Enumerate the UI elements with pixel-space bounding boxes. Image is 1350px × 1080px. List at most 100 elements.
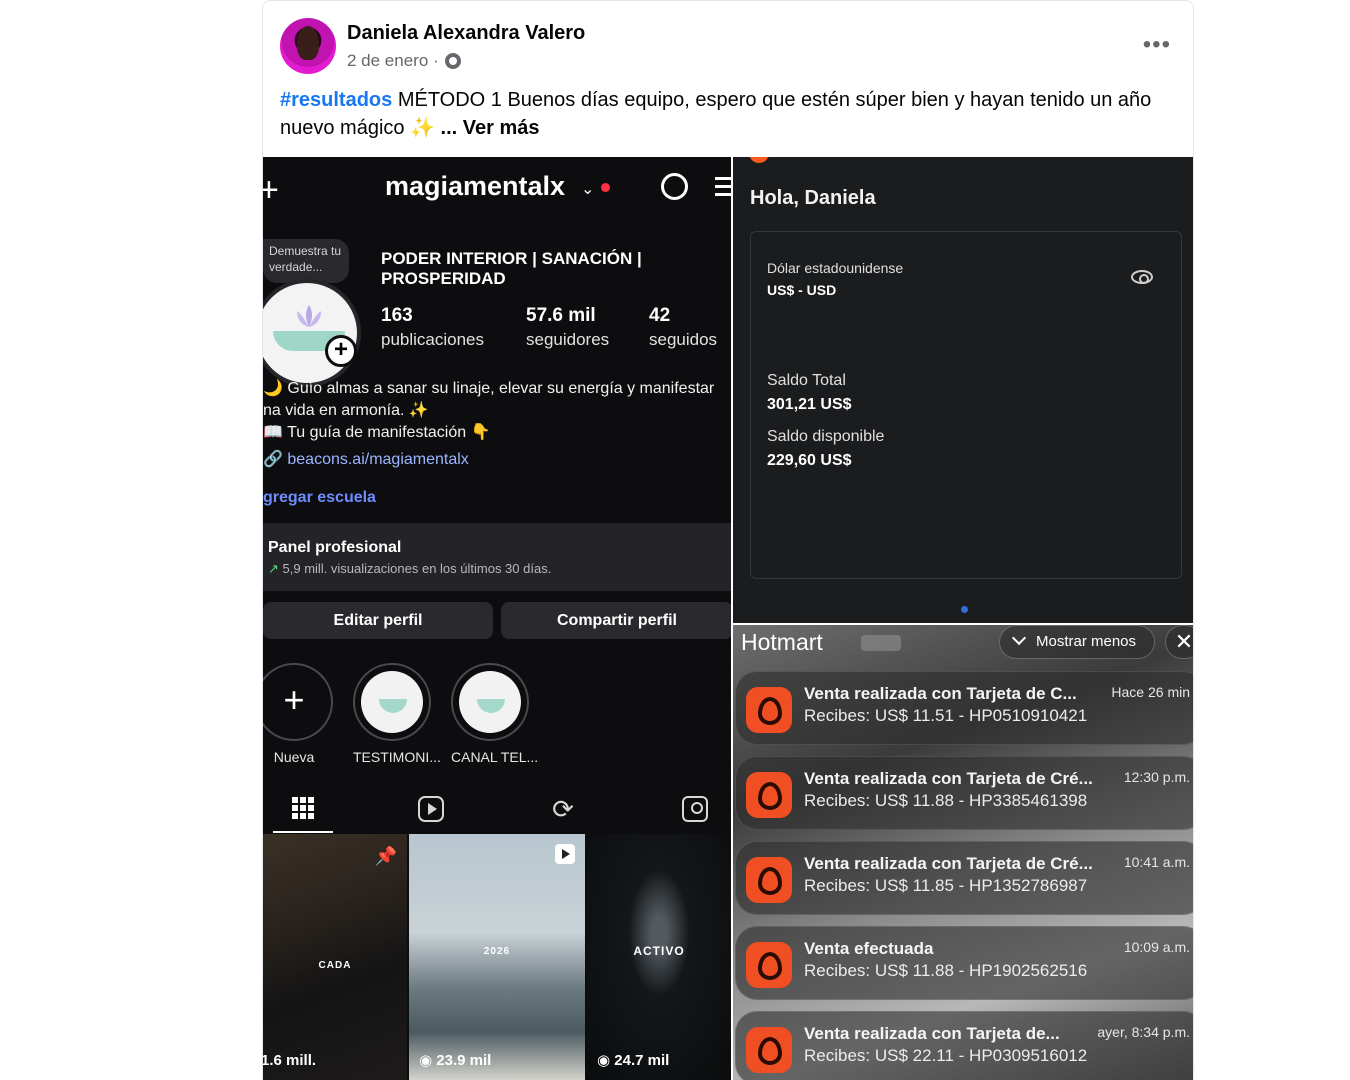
notification-title: Venta realizada con Tarjeta de Cré...	[804, 769, 1093, 788]
notification-time: 12:30 p.m.	[1123, 769, 1190, 785]
highlight-new: + Nueva	[263, 663, 333, 765]
author-name[interactable]: Daniela Alexandra Valero	[347, 22, 585, 45]
reel-badge-icon	[555, 844, 575, 864]
currency-name: Dólar estadounidense	[767, 260, 904, 276]
stat-value: 163	[381, 305, 413, 326]
audience-icon	[444, 53, 461, 69]
facebook-post: Daniela Alexandra Valero 2 de enero · ••…	[262, 0, 1194, 1080]
more-options-icon[interactable]: •••	[1143, 31, 1171, 59]
highlight-circle	[451, 663, 529, 741]
total-value: 301,21 US$	[767, 396, 852, 413]
highlight-label: TESTIMONI...	[353, 749, 441, 765]
reels-tab	[401, 785, 461, 833]
hotmart-icon	[746, 772, 792, 818]
notification-body: Recibes: US$ 11.51 - HP0510910421	[804, 706, 1088, 725]
hotmart-icon	[746, 687, 792, 733]
ig-profile-picture	[263, 279, 361, 387]
edit-profile-button: Editar perfil	[263, 602, 493, 639]
stat-following: 42 seguidos	[649, 305, 717, 350]
chevron-down-icon: ⌄	[581, 181, 595, 198]
tagged-tab	[665, 785, 725, 833]
stat-followers: 57.6 mil seguidores	[526, 305, 609, 350]
total-label: Saldo Total	[767, 372, 846, 389]
trend-up-icon: ↗	[268, 561, 279, 576]
bio-link: 🔗 beacons.ai/magiamentalx	[263, 451, 469, 468]
date-text[interactable]: 2 de enero ·	[347, 51, 439, 71]
hotmart-notifications-screenshot: Hotmart Mostrar menos ✕ Venta realizada …	[733, 625, 1193, 1080]
post-caption: #resultados MÉTODO 1 Buenos días equipo,…	[280, 86, 1170, 142]
stat-label: seguidores	[526, 330, 610, 349]
caption-text: MÉTODO 1 Buenos días equipo, espero que …	[280, 89, 1152, 139]
show-less-label: Mostrar menos	[1036, 633, 1137, 650]
available-value: 229,60 US$	[767, 452, 852, 469]
bio-line: 📖 Tu guía de manifestación 👇	[263, 424, 491, 441]
notification-time: ayer, 8:34 p.m.	[1097, 1024, 1190, 1040]
hotmart-icon	[746, 857, 792, 903]
ig-username: magiamentalx	[385, 171, 566, 201]
repost-icon: ⟳	[552, 793, 574, 824]
note-bubble: Demuestra tu verdade...	[263, 239, 349, 283]
panel-title: Panel profesional	[268, 539, 402, 556]
plus-icon: +	[263, 171, 279, 210]
notification-item: Venta realizada con Tarjeta de Cré... Re…	[735, 841, 1193, 915]
notification-title: Venta realizada con Tarjeta de C...	[804, 684, 1077, 703]
ig-post: ACTIVO ◉ 24.7 mil	[587, 834, 731, 1080]
reels-icon	[418, 796, 444, 822]
ig-post: 2026 ◉ 23.9 mil	[409, 834, 585, 1080]
notification-body: Recibes: US$ 11.88 - HP1902562516	[804, 961, 1088, 980]
notification-time: 10:41 a.m.	[1123, 854, 1190, 870]
panel-subtitle-text: 5,9 mill. visualizaciones en los últimos…	[278, 561, 552, 576]
notification-title: Venta efectuada	[804, 939, 934, 958]
post-views: ◉ 24.7 mil	[597, 1052, 670, 1069]
post-views: 1.6 mill.	[263, 1052, 317, 1069]
hashtag-link[interactable]: #resultados	[280, 89, 392, 111]
hotmart-icon	[746, 1027, 792, 1073]
balance-card: Dólar estadounidense US$ - USD Saldo Tot…	[750, 231, 1182, 579]
see-more-link[interactable]: ... Ver más	[441, 117, 540, 139]
threads-icon	[661, 173, 688, 200]
highlight-circle	[353, 663, 431, 741]
post-overlay-text: CADA	[318, 960, 352, 971]
available-label: Saldo disponible	[767, 428, 885, 445]
ig-bio: 🌙 Guío almas a sanar su linaje, elevar s…	[263, 378, 731, 471]
show-less-button: Mostrar menos	[999, 625, 1155, 659]
add-story-icon: +	[325, 335, 357, 367]
hotmart-icon	[746, 942, 792, 988]
post-date: 2 de enero ·	[347, 51, 461, 71]
notification-body: Recibes: US$ 11.88 - HP3385461398	[804, 791, 1088, 810]
highlight-circle: +	[263, 663, 333, 741]
stat-label: seguidos	[649, 330, 718, 349]
ig-profile-tabs: ⟳	[263, 785, 731, 833]
notification-dot	[601, 183, 610, 192]
post-header: Daniela Alexandra Valero 2 de enero · ••…	[263, 1, 1193, 85]
app-icon	[749, 157, 769, 163]
notification-group-title: Hotmart	[741, 629, 823, 655]
eye-icon	[1131, 270, 1153, 284]
reposts-tab: ⟳	[533, 785, 593, 833]
greeting: Hola, Daniela	[750, 187, 876, 209]
plus-icon: +	[283, 679, 305, 720]
post-views: ◉ 23.9 mil	[419, 1052, 492, 1069]
menu-icon	[715, 177, 731, 197]
notification-body: Recibes: US$ 22.11 - HP0309516012	[804, 1046, 1088, 1065]
stat-value: 57.6 mil	[526, 305, 596, 326]
bio-line: na vida en armonía. ✨	[263, 402, 429, 419]
ig-post: 📌 CADA 1.6 mill.	[263, 834, 407, 1080]
tagged-icon	[682, 796, 708, 822]
stat-label: publicaciones	[381, 330, 485, 349]
add-school-link: gregar escuela	[263, 489, 376, 506]
instagram-screenshot: + magiamentalx ⌄ Demuestra tu verdade...…	[263, 157, 731, 1080]
notification-item: Venta efectuada Recibes: US$ 11.88 - HP1…	[735, 926, 1193, 1000]
bio-line: 🌙 Guío almas a sanar su linaje, elevar s…	[263, 380, 715, 397]
share-profile-button: Compartir perfil	[501, 602, 731, 639]
page-indicator	[961, 606, 968, 613]
currency-code: US$ - USD	[767, 282, 837, 298]
pin-icon: 📌	[374, 846, 397, 866]
notification-item: Venta realizada con Tarjeta de Cré... Re…	[735, 756, 1193, 830]
notification-time: 10:09 a.m.	[1123, 939, 1190, 955]
ig-display-name: PODER INTERIOR | SANACIÓN | PROSPERIDAD	[381, 249, 642, 288]
highlight-channel: CANAL TEL...	[451, 663, 538, 765]
avatar[interactable]	[280, 18, 336, 74]
grid-tab	[273, 785, 333, 833]
notification-title: Venta realizada con Tarjeta de...	[804, 1024, 1060, 1043]
